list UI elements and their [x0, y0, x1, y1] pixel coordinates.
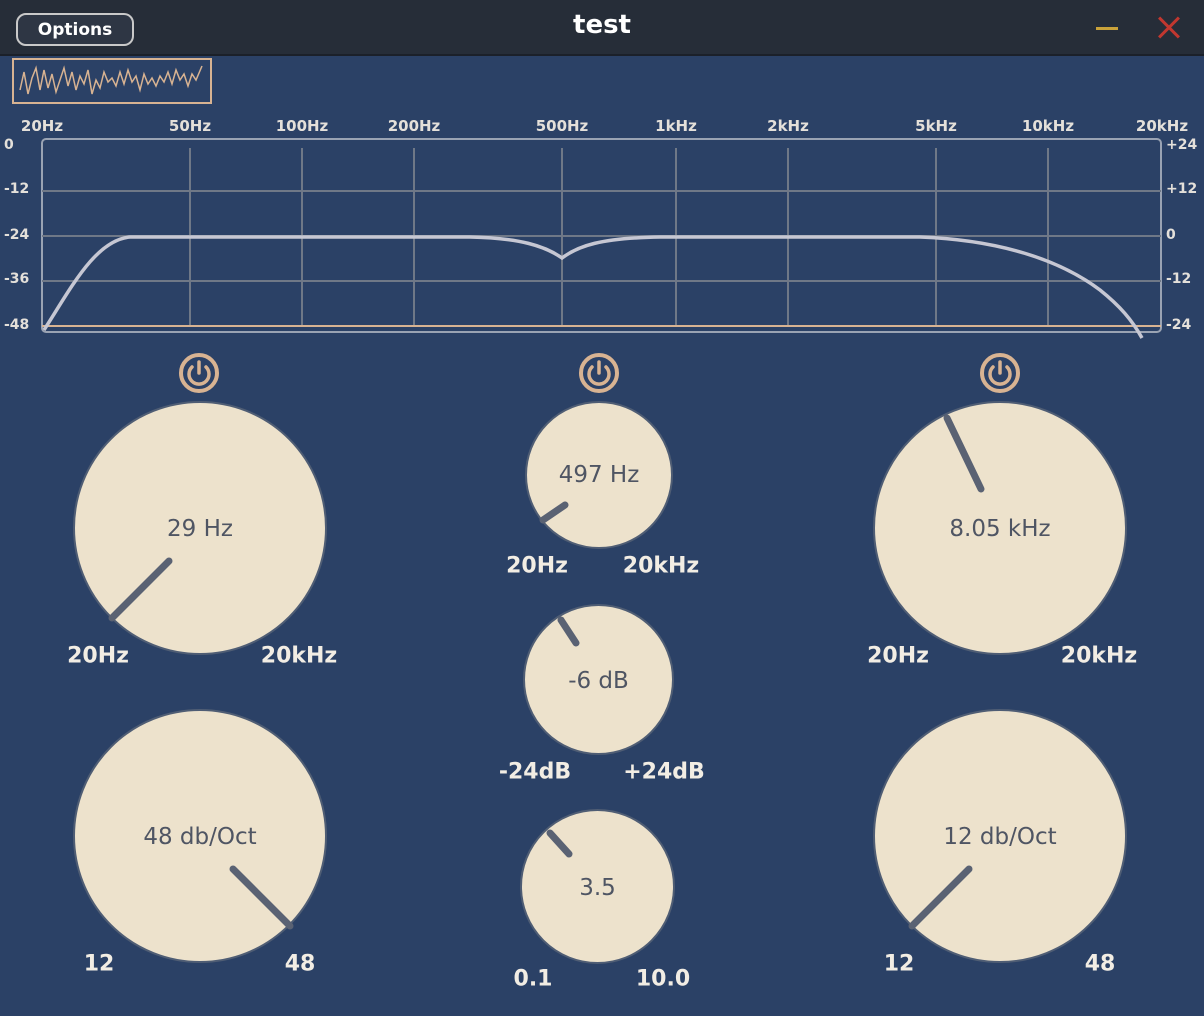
range-max-label: 20kHz	[622, 553, 700, 579]
knob-value: 8.05 kHz	[949, 516, 1051, 542]
knob-value: 3.5	[579, 875, 616, 901]
knob-value: 12 db/Oct	[943, 824, 1057, 850]
low-cut-power-icon[interactable]	[179, 353, 219, 393]
response-curve-display	[41, 138, 1162, 339]
range-max-label: 48	[284, 951, 316, 977]
high-cut-slope-knob[interactable]: 12 db/Oct	[873, 709, 1127, 963]
peak-quality-knob[interactable]: 3.5	[520, 809, 675, 964]
peak-gain-knob[interactable]: -6 dB	[523, 604, 674, 755]
range-max-label: +24dB	[623, 759, 705, 785]
low-cut-slope-knob[interactable]: 48 db/Oct	[73, 709, 327, 963]
range-min-label: 12	[83, 951, 115, 977]
high-cut-freq-knob[interactable]: 8.05 kHz	[873, 401, 1127, 655]
range-max-label: 10.0	[635, 966, 691, 992]
range-min-label: 12	[883, 951, 915, 977]
range-min-label: -24dB	[498, 759, 572, 785]
range-max-label: 20kHz	[1060, 643, 1138, 669]
range-max-label: 20kHz	[260, 643, 338, 669]
response-curve	[42, 235, 1144, 339]
knob-value: 48 db/Oct	[143, 824, 257, 850]
knob-value: -6 dB	[568, 668, 629, 694]
high-cut-power-icon[interactable]	[980, 353, 1020, 393]
range-min-label: 20Hz	[506, 553, 568, 579]
low-cut-freq-knob[interactable]: 29 Hz	[73, 401, 327, 655]
range-min-label: 20Hz	[67, 643, 129, 669]
range-max-label: 48	[1084, 951, 1116, 977]
peak-power-icon[interactable]	[579, 353, 619, 393]
knob-value: 29 Hz	[167, 516, 233, 542]
peak-freq-knob[interactable]: 497 Hz	[525, 401, 673, 549]
knob-value: 497 Hz	[558, 462, 640, 488]
range-min-label: 0.1	[513, 966, 553, 992]
range-min-label: 20Hz	[867, 643, 929, 669]
